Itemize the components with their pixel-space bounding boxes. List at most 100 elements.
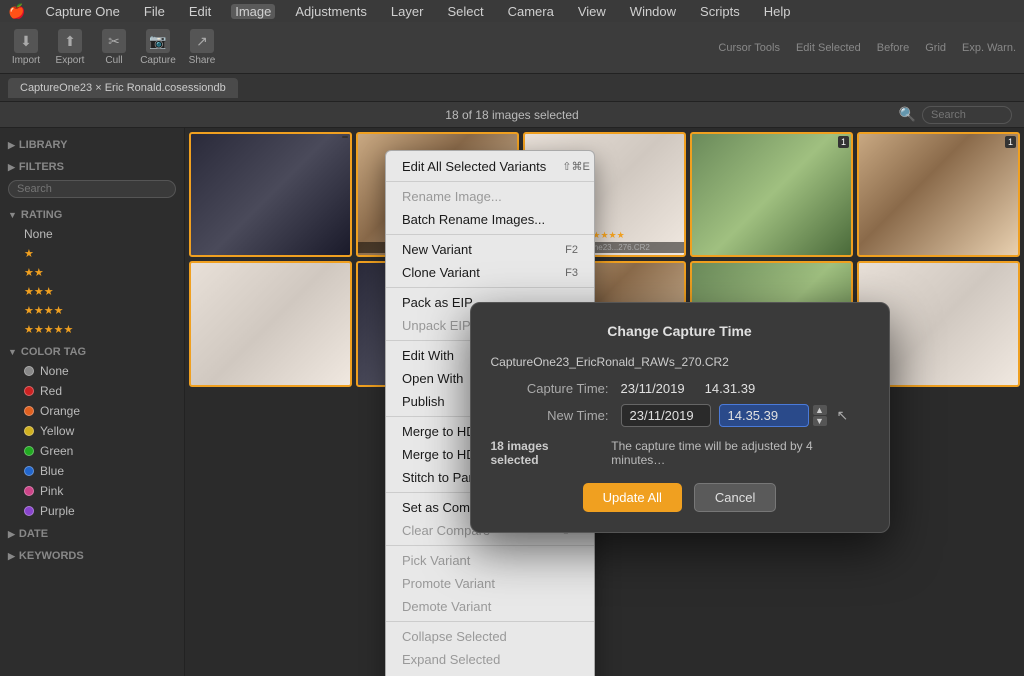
color-dot-pink	[24, 486, 34, 496]
color-tag-green[interactable]: Green	[0, 441, 184, 461]
color-dot-yellow	[24, 426, 34, 436]
rating-3star[interactable]: ★★★	[0, 282, 184, 301]
sidebar-section-rating: ▼ Rating None ★ ★★ ★★★ ★★★★ ★★★★★	[0, 206, 184, 339]
capture-time-label: Capture Time:	[491, 381, 621, 396]
rating-none[interactable]: None	[0, 224, 184, 244]
color-dot-purple	[24, 506, 34, 516]
adjustment-text: The capture time will be adjusted by 4 m…	[611, 439, 868, 467]
menu-camera[interactable]: Camera	[504, 4, 558, 19]
change-capture-time-dialog: Change Capture Time CaptureOne23_EricRon…	[470, 302, 890, 533]
spinner-down[interactable]: ▼	[813, 416, 827, 426]
rating-4star[interactable]: ★★★★	[0, 301, 184, 320]
images-selected-count: 18 images selected	[491, 439, 600, 467]
menu-help[interactable]: Help	[760, 4, 795, 19]
sidebar: ▶ Library ▶ Filters ▼ Rating None ★ ★★ ★…	[0, 128, 185, 676]
tab-session[interactable]: CaptureOne23 × Eric Ronald.cosessiondb	[8, 78, 238, 98]
color-dot-green	[24, 446, 34, 456]
menu-window[interactable]: Window	[626, 4, 680, 19]
sidebar-header-rating[interactable]: ▼ Rating	[0, 206, 184, 224]
color-tag-none[interactable]: None	[0, 361, 184, 381]
cull-icon: ✂	[102, 29, 126, 53]
sidebar-section-filters: ▶ Filters	[0, 158, 184, 202]
keywords-arrow: ▶	[8, 551, 15, 562]
share-button[interactable]: ↗ Share	[184, 29, 220, 66]
sidebar-header-color-tag[interactable]: ▼ Color Tag	[0, 343, 184, 361]
sidebar-section-color-tag: ▼ Color Tag None Red Orange Yellow Gr	[0, 343, 184, 521]
exp-warn-label: Exp. Warn.	[962, 42, 1016, 54]
sidebar-header-keywords[interactable]: ▶ Keywords	[0, 547, 184, 565]
color-dot-red	[24, 386, 34, 396]
tabbar: CaptureOne23 × Eric Ronald.cosessiondb	[0, 74, 1024, 102]
menu-view[interactable]: View	[574, 4, 610, 19]
color-tag-red[interactable]: Red	[0, 381, 184, 401]
date-arrow: ▶	[8, 529, 15, 540]
search-input[interactable]	[922, 106, 1012, 124]
sidebar-search-input[interactable]	[8, 180, 176, 198]
color-tag-orange[interactable]: Orange	[0, 401, 184, 421]
rating-arrow: ▼	[8, 210, 17, 220]
edit-selected-label: Edit Selected	[796, 42, 861, 54]
library-arrow: ▶	[8, 140, 15, 151]
menu-layer[interactable]: Layer	[387, 4, 428, 19]
rating-1star[interactable]: ★	[0, 244, 184, 263]
color-tag-arrow: ▼	[8, 347, 17, 357]
apple-menu[interactable]: 🍎	[8, 3, 25, 20]
time-spinner[interactable]: ▲ ▼	[813, 405, 827, 426]
color-dot-none	[24, 366, 34, 376]
dialog-buttons: Update All Cancel	[491, 483, 869, 512]
content-area: ★★★★★ CaptureOne23...275.CR2 ★★★★★ Captu…	[185, 128, 1024, 676]
export-button[interactable]: ⬆ Export	[52, 29, 88, 66]
before-label: Before	[877, 42, 909, 54]
new-time-inputs: ▲ ▼ ↖	[621, 404, 849, 427]
new-time-row: New Time: ▲ ▼ ↖	[491, 404, 869, 427]
new-time-input[interactable]	[719, 404, 809, 427]
sidebar-header-library[interactable]: ▶ Library	[0, 136, 184, 154]
capture-button[interactable]: 📷 Capture	[140, 29, 176, 66]
sidebar-section-keywords: ▶ Keywords	[0, 547, 184, 565]
new-date-input[interactable]	[621, 404, 711, 427]
dialog-filename: CaptureOne23_EricRonald_RAWs_270.CR2	[491, 355, 869, 369]
menu-select[interactable]: Select	[443, 4, 487, 19]
capture-icon: 📷	[146, 29, 170, 53]
sidebar-header-date[interactable]: ▶ Date	[0, 525, 184, 543]
sidebar-search-container	[0, 176, 184, 202]
cursor-tools-label: Cursor Tools	[718, 42, 780, 54]
import-icon: ⬇	[14, 29, 38, 53]
cursor-icon: ↖	[837, 407, 849, 424]
color-tag-blue[interactable]: Blue	[0, 461, 184, 481]
menubar: 🍎 Capture One File Edit Image Adjustment…	[0, 0, 1024, 22]
statusbar: 18 of 18 images selected 🔍	[0, 102, 1024, 128]
share-icon: ↗	[190, 29, 214, 53]
spinner-up[interactable]: ▲	[813, 405, 827, 415]
cull-button[interactable]: ✂ Cull	[96, 29, 132, 66]
capture-time-row: Capture Time: 23/11/2019 14.31.39	[491, 381, 869, 396]
toolbar: ⬇ Import ⬆ Export ✂ Cull 📷 Capture ↗ Sha…	[0, 22, 1024, 74]
color-tag-yellow[interactable]: Yellow	[0, 421, 184, 441]
menu-scripts[interactable]: Scripts	[696, 4, 744, 19]
menu-image[interactable]: Image	[231, 4, 275, 19]
sidebar-section-date: ▶ Date	[0, 525, 184, 543]
menu-file[interactable]: File	[140, 4, 169, 19]
color-tag-pink[interactable]: Pink	[0, 481, 184, 501]
import-button[interactable]: ⬇ Import	[8, 29, 44, 66]
cancel-button[interactable]: Cancel	[694, 483, 776, 512]
capture-time-value: 14.31.39	[705, 381, 756, 396]
search-icon: 🔍	[899, 106, 916, 123]
menu-adjustments[interactable]: Adjustments	[291, 4, 371, 19]
sidebar-section-library: ▶ Library	[0, 136, 184, 154]
update-all-button[interactable]: Update All	[583, 483, 682, 512]
menu-edit[interactable]: Edit	[185, 4, 215, 19]
main-area: ▶ Library ▶ Filters ▼ Rating None ★ ★★ ★…	[0, 128, 1024, 676]
dialog-info-row: 18 images selected The capture time will…	[491, 439, 869, 467]
menu-capture-one[interactable]: Capture One	[41, 4, 123, 19]
rating-5star[interactable]: ★★★★★	[0, 320, 184, 339]
new-time-label: New Time:	[491, 408, 621, 423]
color-dot-orange	[24, 406, 34, 416]
capture-date-value: 23/11/2019	[621, 381, 685, 396]
dialog-overlay: Change Capture Time CaptureOne23_EricRon…	[185, 128, 1024, 676]
color-dot-blue	[24, 466, 34, 476]
color-tag-purple[interactable]: Purple	[0, 501, 184, 521]
grid-label: Grid	[925, 42, 946, 54]
sidebar-header-filters[interactable]: ▶ Filters	[0, 158, 184, 176]
rating-2star[interactable]: ★★	[0, 263, 184, 282]
